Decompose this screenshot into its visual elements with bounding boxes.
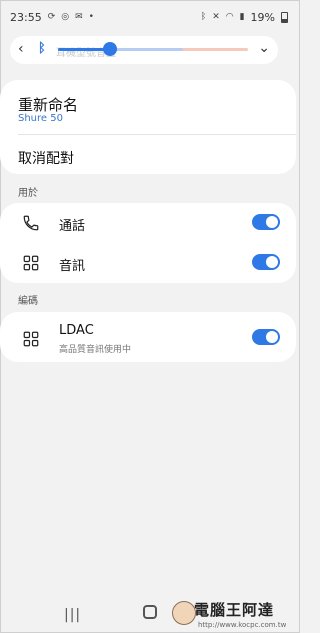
device-name: Shure 50 (18, 113, 63, 124)
unpair-row[interactable]: 取消配對 (0, 135, 296, 174)
dot-icon: • (88, 12, 94, 22)
call-audio-label: 通話 (59, 219, 86, 234)
ldac-label: LDAC (59, 323, 94, 338)
use-for-card: 通話 音訊 (0, 203, 296, 283)
watermark-face-icon (172, 601, 196, 625)
signal-icon: ▮ (239, 12, 245, 22)
codec-section-label: 編碼 (18, 296, 38, 307)
bluetooth-icon: ᛒ (200, 12, 207, 22)
phone-icon (22, 214, 40, 232)
volume-card: ‹ 耳機型號音量 ᛒ ⌄ (10, 36, 278, 64)
watermark: 電腦王阿達 http://www.kocpc.com.tw (172, 597, 298, 633)
recents-button[interactable]: ||| (64, 607, 81, 623)
call-audio-row[interactable]: 通話 (0, 203, 296, 243)
battery-percent: 19% (250, 10, 275, 24)
codec-icon (22, 330, 40, 348)
mute-icon: ✕ (212, 12, 220, 22)
back-arrow-icon[interactable]: ‹ (18, 41, 24, 57)
volume-slider-thumb[interactable] (103, 42, 117, 56)
chevron-down-icon[interactable]: ⌄ (258, 40, 270, 56)
media-audio-row[interactable]: 音訊 (0, 243, 296, 283)
unpair-label: 取消配對 (18, 151, 74, 167)
media-audio-label: 音訊 (59, 259, 86, 274)
call-audio-toggle[interactable] (252, 214, 280, 230)
home-button[interactable] (143, 605, 157, 619)
watermark-url: http://www.kocpc.com.tw (198, 621, 287, 629)
wifi-icon: ◠ (225, 12, 234, 22)
sync-icon: ⟳ (47, 12, 56, 22)
codec-card: LDAC 高品質音訊使用中 (0, 312, 296, 362)
status-bar: 23:55 ⟳ ◎ ✉ • ᛒ ✕ ◠ ▮ 19% (0, 0, 300, 34)
status-time: 23:55 (10, 10, 42, 24)
use-for-section-label: 用於 (18, 188, 38, 199)
rename-title: 重新命名 (18, 96, 79, 114)
mail-icon: ✉ (75, 12, 83, 22)
ldac-row[interactable]: LDAC 高品質音訊使用中 (0, 317, 296, 362)
media-audio-toggle[interactable] (252, 254, 280, 270)
device-options-card: 重新命名 Shure 50 取消配對 (0, 80, 296, 174)
rename-row[interactable]: 重新命名 Shure 50 (0, 80, 296, 134)
watermark-title: 電腦王阿達 (194, 601, 275, 619)
bluetooth-icon: ᛒ (38, 41, 46, 56)
battery-icon (281, 11, 288, 23)
ldac-toggle[interactable] (252, 329, 280, 345)
navigation-bar: ||| 電腦王阿達 http://www.kocpc.com.tw (0, 597, 300, 633)
media-audio-icon (22, 254, 40, 272)
ldac-subtitle: 高品質音訊使用中 (59, 345, 132, 355)
status-bar-left: 23:55 ⟳ ◎ ✉ • (10, 11, 94, 24)
instagram-icon: ◎ (61, 12, 70, 22)
status-bar-right: ᛒ ✕ ◠ ▮ 19% (201, 11, 288, 24)
